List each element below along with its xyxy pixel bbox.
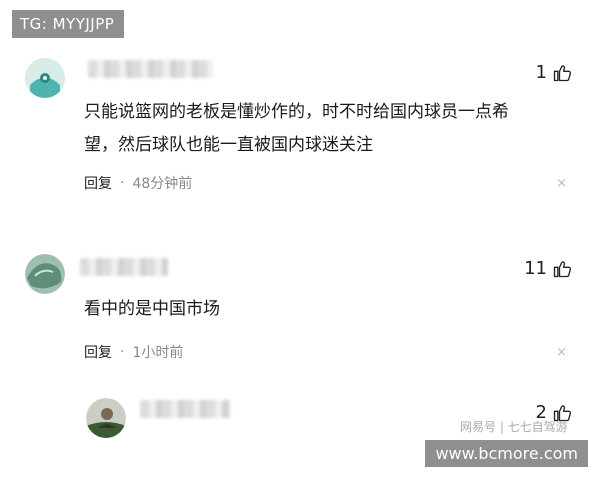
site-tag[interactable]: www.bcmore.com bbox=[425, 440, 588, 467]
comment-text: 看中的是中国市场 bbox=[84, 293, 544, 326]
avatar[interactable] bbox=[86, 398, 126, 438]
username-blurred bbox=[80, 258, 168, 276]
reply-button[interactable]: 回复 bbox=[84, 342, 112, 362]
like-button[interactable]: 1 bbox=[536, 62, 572, 83]
watermark: 网易号 | 七七自驾游 bbox=[460, 420, 568, 434]
avatar[interactable] bbox=[25, 254, 65, 294]
separator-dot: · bbox=[120, 175, 125, 191]
separator-dot: · bbox=[120, 344, 125, 360]
avatar-icon bbox=[86, 398, 126, 438]
thumbs-up-icon bbox=[553, 260, 572, 277]
comment-meta: 回复 · 48分钟前 bbox=[84, 173, 192, 193]
like-count: 1 bbox=[535, 62, 547, 83]
like-button[interactable]: 11 bbox=[524, 258, 572, 279]
username-blurred bbox=[88, 60, 213, 78]
avatar-icon bbox=[25, 254, 65, 294]
comment-time: 1小时前 bbox=[132, 345, 184, 361]
like-count: 11 bbox=[524, 258, 547, 279]
username-blurred bbox=[140, 400, 230, 418]
close-icon[interactable]: × bbox=[556, 176, 567, 191]
tg-tag: TG: MYYJJPP bbox=[12, 10, 125, 38]
comment-text-line: 只能说篮网的老板是懂炒作的，时不时给国内球员一点希 bbox=[84, 102, 509, 122]
thumbs-up-icon bbox=[553, 64, 572, 81]
comment-text-line: 望，然后球队也能一直被国内球迷关注 bbox=[84, 135, 373, 155]
reply-button[interactable]: 回复 bbox=[84, 173, 112, 193]
comment-time: 48分钟前 bbox=[132, 176, 193, 192]
close-icon[interactable]: × bbox=[556, 345, 567, 360]
comment-meta: 回复 · 1小时前 bbox=[84, 342, 183, 362]
avatar[interactable] bbox=[25, 58, 65, 98]
comment-text-line: 看中的是中国市场 bbox=[84, 299, 220, 319]
avatar-icon bbox=[25, 58, 65, 98]
comment-text: 只能说篮网的老板是懂炒作的，时不时给国内球员一点希 望，然后球队也能一直被国内球… bbox=[84, 96, 544, 162]
